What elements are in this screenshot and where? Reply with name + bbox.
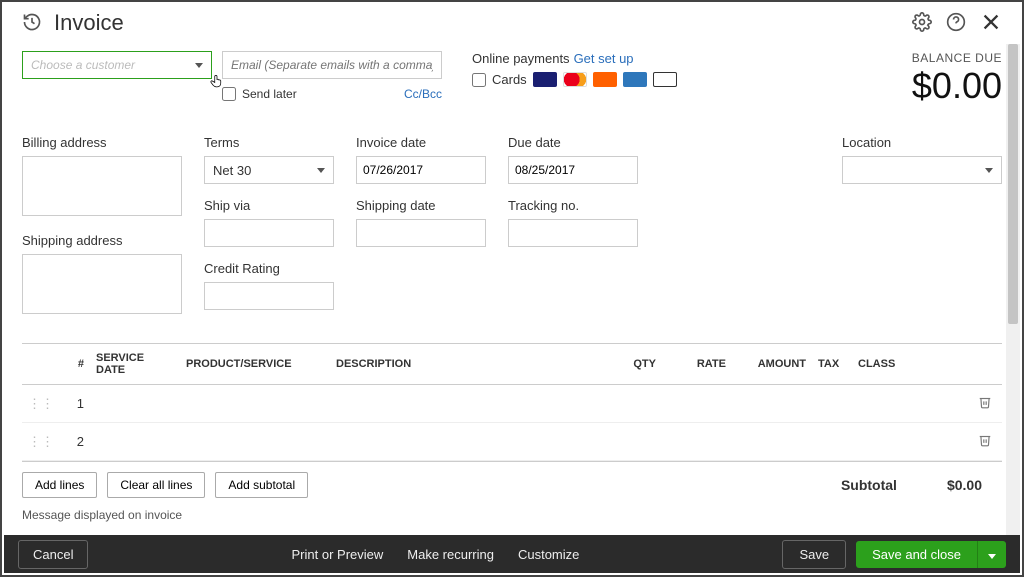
col-qty: QTY [602, 344, 662, 385]
terms-label: Terms [204, 135, 334, 150]
send-later-checkbox[interactable] [222, 87, 236, 101]
col-description: DESCRIPTION [330, 344, 602, 385]
cards-checkbox[interactable] [472, 73, 486, 87]
online-payments-label: Online payments [472, 51, 570, 66]
tracking-no-label: Tracking no. [508, 198, 638, 213]
balance-due-label: BALANCE DUE [912, 51, 1002, 65]
save-and-close-button[interactable]: Save and close [856, 541, 977, 568]
invoice-date-field[interactable] [356, 156, 486, 184]
col-num: # [60, 344, 90, 385]
terms-value: Net 30 [213, 163, 251, 178]
email-field[interactable] [222, 51, 442, 79]
scrollbar[interactable] [1006, 44, 1020, 535]
invoice-date-label: Invoice date [356, 135, 486, 150]
add-lines-button[interactable]: Add lines [22, 472, 97, 498]
send-later-label: Send later [242, 87, 297, 101]
make-recurring-link[interactable]: Make recurring [407, 547, 494, 562]
shipping-date-label: Shipping date [356, 198, 486, 213]
ship-via-field[interactable] [204, 219, 334, 247]
tracking-no-field[interactable] [508, 219, 638, 247]
customize-link[interactable]: Customize [518, 547, 579, 562]
message-label: Message displayed on invoice [22, 508, 1002, 522]
add-subtotal-button[interactable]: Add subtotal [215, 472, 308, 498]
clear-all-lines-button[interactable]: Clear all lines [107, 472, 205, 498]
amex-icon [623, 72, 647, 87]
mastercard-icon [563, 72, 587, 87]
discover-icon [593, 72, 617, 87]
chevron-down-icon [988, 554, 996, 559]
due-date-field[interactable] [508, 156, 638, 184]
chevron-down-icon [985, 168, 993, 173]
ccbcc-link[interactable]: Cc/Bcc [404, 87, 442, 101]
scroll-thumb[interactable] [1008, 44, 1018, 324]
ship-via-label: Ship via [204, 198, 334, 213]
close-icon[interactable] [980, 11, 1002, 36]
history-icon[interactable] [22, 12, 42, 35]
balance-due-amount: $0.00 [912, 65, 1002, 107]
col-tax: TAX [812, 344, 852, 385]
col-product-service: PRODUCT/SERVICE [180, 344, 330, 385]
shipping-address-field[interactable] [22, 254, 182, 314]
save-button[interactable]: Save [782, 540, 846, 569]
get-set-up-link[interactable]: Get set up [574, 51, 634, 66]
col-class: CLASS [852, 344, 972, 385]
save-and-close-dropdown[interactable] [977, 541, 1006, 568]
row-num: 2 [60, 423, 90, 461]
cards-label: Cards [492, 72, 527, 87]
table-row[interactable]: ⋮⋮ 1 [22, 385, 1002, 423]
visa-icon [533, 72, 557, 87]
subtotal-label: Subtotal [841, 477, 897, 493]
billing-address-field[interactable] [22, 156, 182, 216]
table-row[interactable]: ⋮⋮ 2 [22, 423, 1002, 461]
print-preview-link[interactable]: Print or Preview [292, 547, 384, 562]
drag-handle-icon[interactable]: ⋮⋮ [22, 385, 60, 423]
shipping-address-label: Shipping address [22, 233, 182, 248]
chevron-down-icon [195, 63, 203, 68]
delete-row-button[interactable] [972, 423, 1002, 461]
terms-select[interactable]: Net 30 [204, 156, 334, 184]
chevron-down-icon [317, 168, 325, 173]
credit-rating-field[interactable] [204, 282, 334, 310]
due-date-label: Due date [508, 135, 638, 150]
apple-pay-icon [653, 72, 677, 87]
page-title: Invoice [54, 10, 124, 36]
subtotal-value: $0.00 [947, 477, 982, 493]
billing-address-label: Billing address [22, 135, 182, 150]
row-num: 1 [60, 385, 90, 423]
drag-handle-icon[interactable]: ⋮⋮ [22, 423, 60, 461]
col-rate: RATE [662, 344, 732, 385]
cancel-button[interactable]: Cancel [18, 540, 88, 569]
location-select[interactable] [842, 156, 1002, 184]
shipping-date-field[interactable] [356, 219, 486, 247]
delete-row-button[interactable] [972, 385, 1002, 423]
location-label: Location [842, 135, 1002, 150]
customer-placeholder: Choose a customer [31, 58, 195, 72]
col-service-date: SERVICE DATE [90, 344, 180, 385]
settings-icon[interactable] [912, 12, 932, 35]
col-amount: AMOUNT [732, 344, 812, 385]
credit-rating-label: Credit Rating [204, 261, 334, 276]
customer-select[interactable]: Choose a customer [22, 51, 212, 79]
help-icon[interactable] [946, 12, 966, 35]
